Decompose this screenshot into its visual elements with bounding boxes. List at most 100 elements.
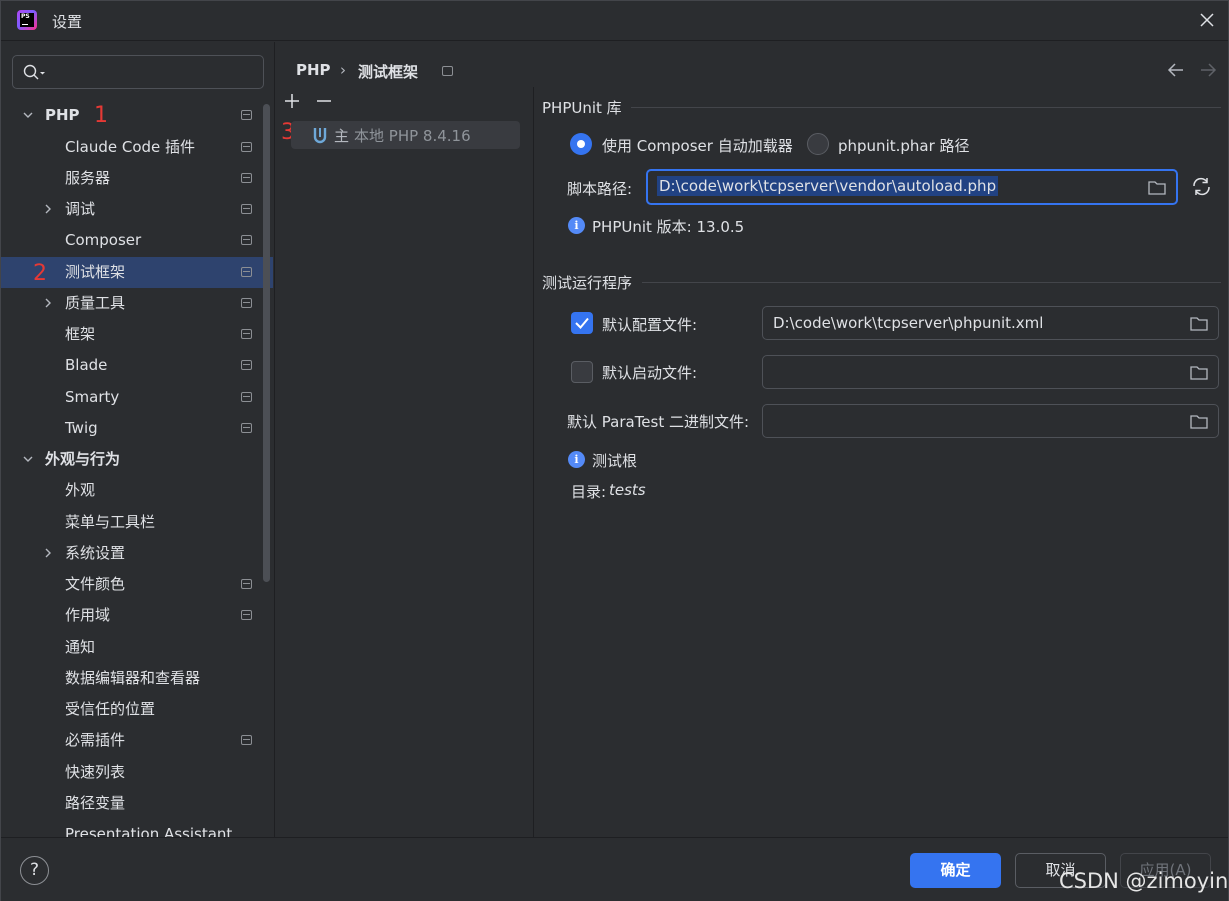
sidebar-item-scopes[interactable]: 作用域 (1, 600, 273, 631)
search-input[interactable] (53, 62, 253, 82)
test-root-label: 测试根 (592, 452, 638, 470)
sidebar-item-php[interactable]: PHP 1 (1, 100, 273, 131)
sidebar-item-label: 外观 (65, 481, 96, 499)
default-bootstrap-checkbox[interactable] (571, 361, 593, 383)
phpunit-version-text: PHPUnit 版本: 13.0.5 (592, 218, 745, 236)
interpreter-label: 本地 PHP 8.4.16 (354, 127, 471, 145)
chevron-right-icon[interactable] (42, 547, 54, 559)
sidebar-item-label: 路径变量 (65, 794, 126, 812)
sidebar-item-file-colors[interactable]: 文件颜色 (1, 569, 273, 600)
project-setting-icon (241, 110, 252, 120)
breadcrumb-root[interactable]: PHP (296, 61, 331, 79)
sidebar-item-required-plugins[interactable]: 必需插件 (1, 725, 273, 756)
sidebar-item-label: Claude Code 插件 (65, 138, 196, 156)
sidebar-item-label: Twig (65, 419, 98, 437)
sidebar-item-data-editors[interactable]: 数据编辑器和查看器 (1, 663, 273, 694)
sidebar-item-claude-code[interactable]: Claude Code 插件 (1, 132, 273, 163)
remove-icon[interactable] (315, 92, 333, 110)
sidebar-item-label: 数据编辑器和查看器 (65, 669, 201, 687)
sidebar-item-quick-lists[interactable]: 快速列表 (1, 757, 273, 788)
settings-sidebar: PHP 1 Claude Code 插件 服务器 调试 Composer 2 测… (1, 42, 275, 837)
list-item[interactable]: 主 本地 PHP 8.4.16 (291, 121, 520, 149)
sidebar-item-appearance[interactable]: 外观 (1, 475, 273, 506)
sidebar-item-system-settings[interactable]: 系统设置 (1, 538, 273, 569)
project-setting-icon (241, 360, 252, 370)
annotation-2: 2 (33, 261, 47, 286)
sidebar-item-label: 框架 (65, 325, 96, 343)
chevron-right-icon[interactable] (42, 203, 54, 215)
chevron-right-icon[interactable] (42, 297, 54, 309)
watermark: CSDN @zimoyin (1059, 869, 1229, 893)
sidebar-item-servers[interactable]: 服务器 (1, 163, 273, 194)
phpunit-phar-label[interactable]: phpunit.phar 路径 (838, 135, 970, 156)
directory-label: 目录: (571, 483, 607, 501)
default-config-checkbox[interactable] (571, 312, 593, 334)
phpunit-icon (313, 128, 327, 144)
phpstorm-logo-icon: PS (17, 10, 37, 30)
sidebar-item-presentation-assistant[interactable]: Presentation Assistant (1, 819, 273, 837)
sidebar-item-label: 快速列表 (65, 763, 126, 781)
composer-autoloader-label[interactable]: 使用 Composer 自动加载器 (602, 135, 793, 156)
sidebar-item-label: Blade (65, 356, 108, 374)
folder-icon[interactable] (1190, 365, 1208, 380)
phpunit-phar-radio[interactable] (807, 133, 829, 155)
project-setting-icon (241, 423, 252, 433)
sidebar-item-blade[interactable]: Blade (1, 350, 273, 381)
sidebar-item-smarty[interactable]: Smarty (1, 382, 273, 413)
chevron-down-icon[interactable] (22, 109, 34, 121)
project-setting-icon (241, 204, 252, 214)
script-path-value: D:\code\work\tcpserver\vendor\autoload.p… (657, 176, 999, 196)
annotation-1: 1 (94, 103, 108, 128)
sidebar-item-label: 文件颜色 (65, 575, 126, 593)
sidebar-item-label: 必需插件 (65, 731, 126, 749)
sidebar-item-notifications[interactable]: 通知 (1, 632, 273, 663)
ok-button[interactable]: 确定 (910, 853, 1001, 888)
back-arrow-icon[interactable] (1167, 62, 1185, 78)
sidebar-item-test-frameworks[interactable]: 2 测试框架 (1, 257, 273, 288)
project-setting-icon (241, 173, 252, 183)
sidebar-item-label: 系统设置 (65, 544, 126, 562)
phpunit-section-title: PHPUnit 库 (542, 99, 622, 117)
help-button[interactable]: ? (20, 856, 49, 885)
composer-autoloader-radio[interactable] (570, 133, 592, 155)
sidebar-item-label: 作用域 (65, 606, 111, 624)
sidebar-item-debug[interactable]: 调试 (1, 194, 273, 225)
default-bootstrap-input[interactable] (762, 355, 1219, 389)
sidebar-item-path-variables[interactable]: 路径变量 (1, 788, 273, 819)
close-icon[interactable] (1198, 11, 1216, 29)
sidebar-scrollbar[interactable] (263, 104, 270, 582)
folder-icon[interactable] (1190, 414, 1208, 429)
default-tag: 主 (334, 127, 350, 145)
default-config-input[interactable]: D:\code\work\tcpserver\phpunit.xml (762, 306, 1219, 340)
script-path-input[interactable]: D:\code\work\tcpserver\vendor\autoload.p… (646, 169, 1178, 205)
title-bar: PS 设置 (1, 1, 1228, 41)
sidebar-item-quality-tools[interactable]: 质量工具 (1, 288, 273, 319)
sidebar-item-frameworks[interactable]: 框架 (1, 319, 273, 350)
sidebar-item-appearance-behavior[interactable]: 外观与行为 (1, 444, 273, 475)
project-setting-icon (241, 735, 252, 745)
sidebar-item-label: 服务器 (65, 169, 111, 187)
default-bootstrap-label[interactable]: 默认启动文件: (602, 362, 697, 383)
search-field[interactable] (12, 55, 264, 89)
sidebar-item-composer[interactable]: Composer (1, 225, 273, 256)
sidebar-item-label: 受信任的位置 (65, 700, 156, 718)
sidebar-item-twig[interactable]: Twig (1, 413, 273, 444)
script-path-label: 脚本路径: (567, 180, 633, 198)
folder-icon[interactable] (1190, 316, 1208, 331)
add-icon[interactable] (283, 92, 301, 110)
paratest-input[interactable] (762, 404, 1219, 438)
folder-icon[interactable] (1148, 180, 1166, 195)
sidebar-item-label: 通知 (65, 638, 96, 656)
default-config-value: D:\code\work\tcpserver\phpunit.xml (773, 314, 1044, 332)
refresh-icon[interactable] (1191, 177, 1212, 196)
directory-value: tests (609, 481, 646, 499)
default-config-label[interactable]: 默认配置文件: (602, 314, 697, 335)
sidebar-item-trusted-locations[interactable]: 受信任的位置 (1, 694, 273, 725)
sidebar-item-menus-toolbars[interactable]: 菜单与工具栏 (1, 507, 273, 538)
settings-window: PS 设置 PHP 1 Claude Code 插件 服务器 调试 Compos… (0, 0, 1229, 901)
project-setting-icon (241, 235, 252, 245)
forward-arrow-icon[interactable] (1199, 62, 1217, 78)
section-divider (642, 282, 1221, 283)
chevron-down-icon[interactable] (22, 453, 34, 465)
project-setting-icon (241, 267, 252, 277)
